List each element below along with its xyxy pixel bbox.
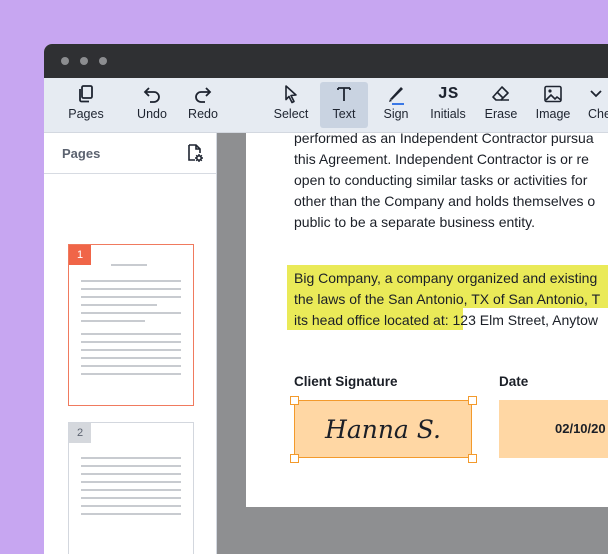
text-line: open to conducting similar tasks or acti… (294, 172, 588, 188)
initials-button[interactable]: JS Initials (426, 82, 470, 128)
thumbnail-line (81, 320, 145, 322)
document-page: performed as an Independent Contractor p… (246, 133, 608, 507)
window-control-dot[interactable] (99, 57, 107, 65)
cursor-icon (283, 82, 299, 106)
erase-button-label: Erase (484, 107, 518, 121)
initials-icon: JS (437, 84, 459, 104)
sign-button-label: Sign (383, 107, 409, 121)
thumbnail-line (81, 465, 181, 467)
text-line: Big Company, a company organized and exi… (294, 270, 598, 286)
chevron-down-icon (588, 82, 604, 106)
thumbnail-line (81, 497, 181, 499)
pages-button-label: Pages (68, 107, 104, 121)
thumbnail-line (81, 489, 181, 491)
pen-nib-icon (386, 82, 406, 106)
document-canvas: performed as an Independent Contractor p… (217, 133, 608, 554)
pages-sidebar: Pages 1 2 (44, 133, 217, 554)
date-value: 02/10/20 (555, 421, 606, 436)
page-number-badge: 2 (69, 423, 91, 443)
image-button-label: Image (535, 107, 571, 121)
thumbnail-line (81, 365, 181, 367)
sidebar-title: Pages (62, 146, 101, 161)
text-button-label: Text (332, 107, 356, 121)
image-icon (543, 82, 563, 106)
window-control-dot[interactable] (61, 57, 69, 65)
check-button-label: Che (588, 107, 608, 121)
date-label: Date (499, 374, 529, 389)
company-paragraph[interactable]: Big Company, a company organized and exi… (294, 268, 600, 331)
text-line: its head office located at: 123 Elm Stre… (294, 310, 600, 331)
text-button[interactable]: Text (320, 82, 368, 128)
text-line: public to be a separate business entity. (294, 214, 536, 230)
address-text: 123 Elm Street, Anytow (448, 312, 599, 328)
thumbnail-line (81, 341, 181, 343)
signature-field[interactable]: Hanna S. (294, 400, 472, 458)
thumbnail-line (81, 312, 181, 314)
check-button[interactable]: Che (588, 82, 608, 128)
window-control-dot[interactable] (80, 57, 88, 65)
text-line: other than the Company and holds themsel… (294, 193, 596, 209)
thumbnail-line (81, 373, 181, 375)
select-button-label: Select (273, 107, 309, 121)
text-icon (336, 82, 352, 106)
resize-handle[interactable] (468, 396, 477, 405)
thumbnail-line (81, 349, 181, 351)
signature-text: Hanna S. (325, 414, 441, 444)
thumbnail-line (81, 457, 181, 459)
resize-handle[interactable] (290, 454, 299, 463)
thumbnail-line (81, 280, 181, 282)
page-thumbnail-1[interactable]: 1 (68, 244, 194, 406)
pages-icon (77, 82, 95, 106)
highlighted-text: its head office located at: (294, 312, 449, 328)
thumbnail-line (81, 357, 181, 359)
text-line: the laws of the San Antonio, TX of San A… (294, 291, 601, 307)
thumbnail-line (81, 288, 181, 290)
page-settings-icon[interactable] (186, 143, 204, 168)
thumbnail-line (81, 473, 181, 475)
text-line: this Agreement. Independent Contractor i… (294, 151, 589, 167)
thumbnail-line (81, 296, 181, 298)
page-number-badge: 1 (69, 245, 91, 265)
thumbnail-line (81, 481, 181, 483)
resize-handle[interactable] (290, 396, 299, 405)
title-bar (44, 44, 608, 78)
app-window: Pages Undo Redo Select Text Sign JS Init… (44, 44, 608, 554)
undo-button-label: Undo (137, 107, 167, 121)
toolbar: Pages Undo Redo Select Text Sign JS Init… (44, 78, 608, 133)
initials-button-label: Initials (430, 107, 466, 121)
page-thumbnail-2[interactable]: 2 (68, 422, 194, 554)
thumbnail-line (81, 513, 181, 515)
client-signature-label: Client Signature (294, 374, 398, 389)
select-button[interactable]: Select (270, 82, 312, 128)
resize-handle[interactable] (468, 454, 477, 463)
thumbnail-line (81, 304, 157, 306)
sign-button[interactable]: Sign (378, 82, 414, 128)
undo-icon (142, 82, 162, 106)
redo-button-label: Redo (188, 107, 218, 121)
image-button[interactable]: Image (532, 82, 574, 128)
undo-button[interactable]: Undo (132, 82, 172, 128)
text-line: performed as an Independent Contractor p… (294, 133, 594, 146)
pages-button[interactable]: Pages (66, 82, 106, 128)
thumbnail-line (81, 505, 181, 507)
redo-icon (193, 82, 213, 106)
thumbnail-line (81, 333, 181, 335)
erase-button[interactable]: Erase (482, 82, 520, 128)
contract-paragraph[interactable]: performed as an Independent Contractor p… (294, 133, 595, 233)
eraser-icon (491, 82, 511, 106)
date-field[interactable]: 02/10/20 (499, 400, 608, 458)
redo-button[interactable]: Redo (183, 82, 223, 128)
sidebar-header: Pages (44, 133, 216, 174)
thumbnail-line (111, 264, 147, 266)
